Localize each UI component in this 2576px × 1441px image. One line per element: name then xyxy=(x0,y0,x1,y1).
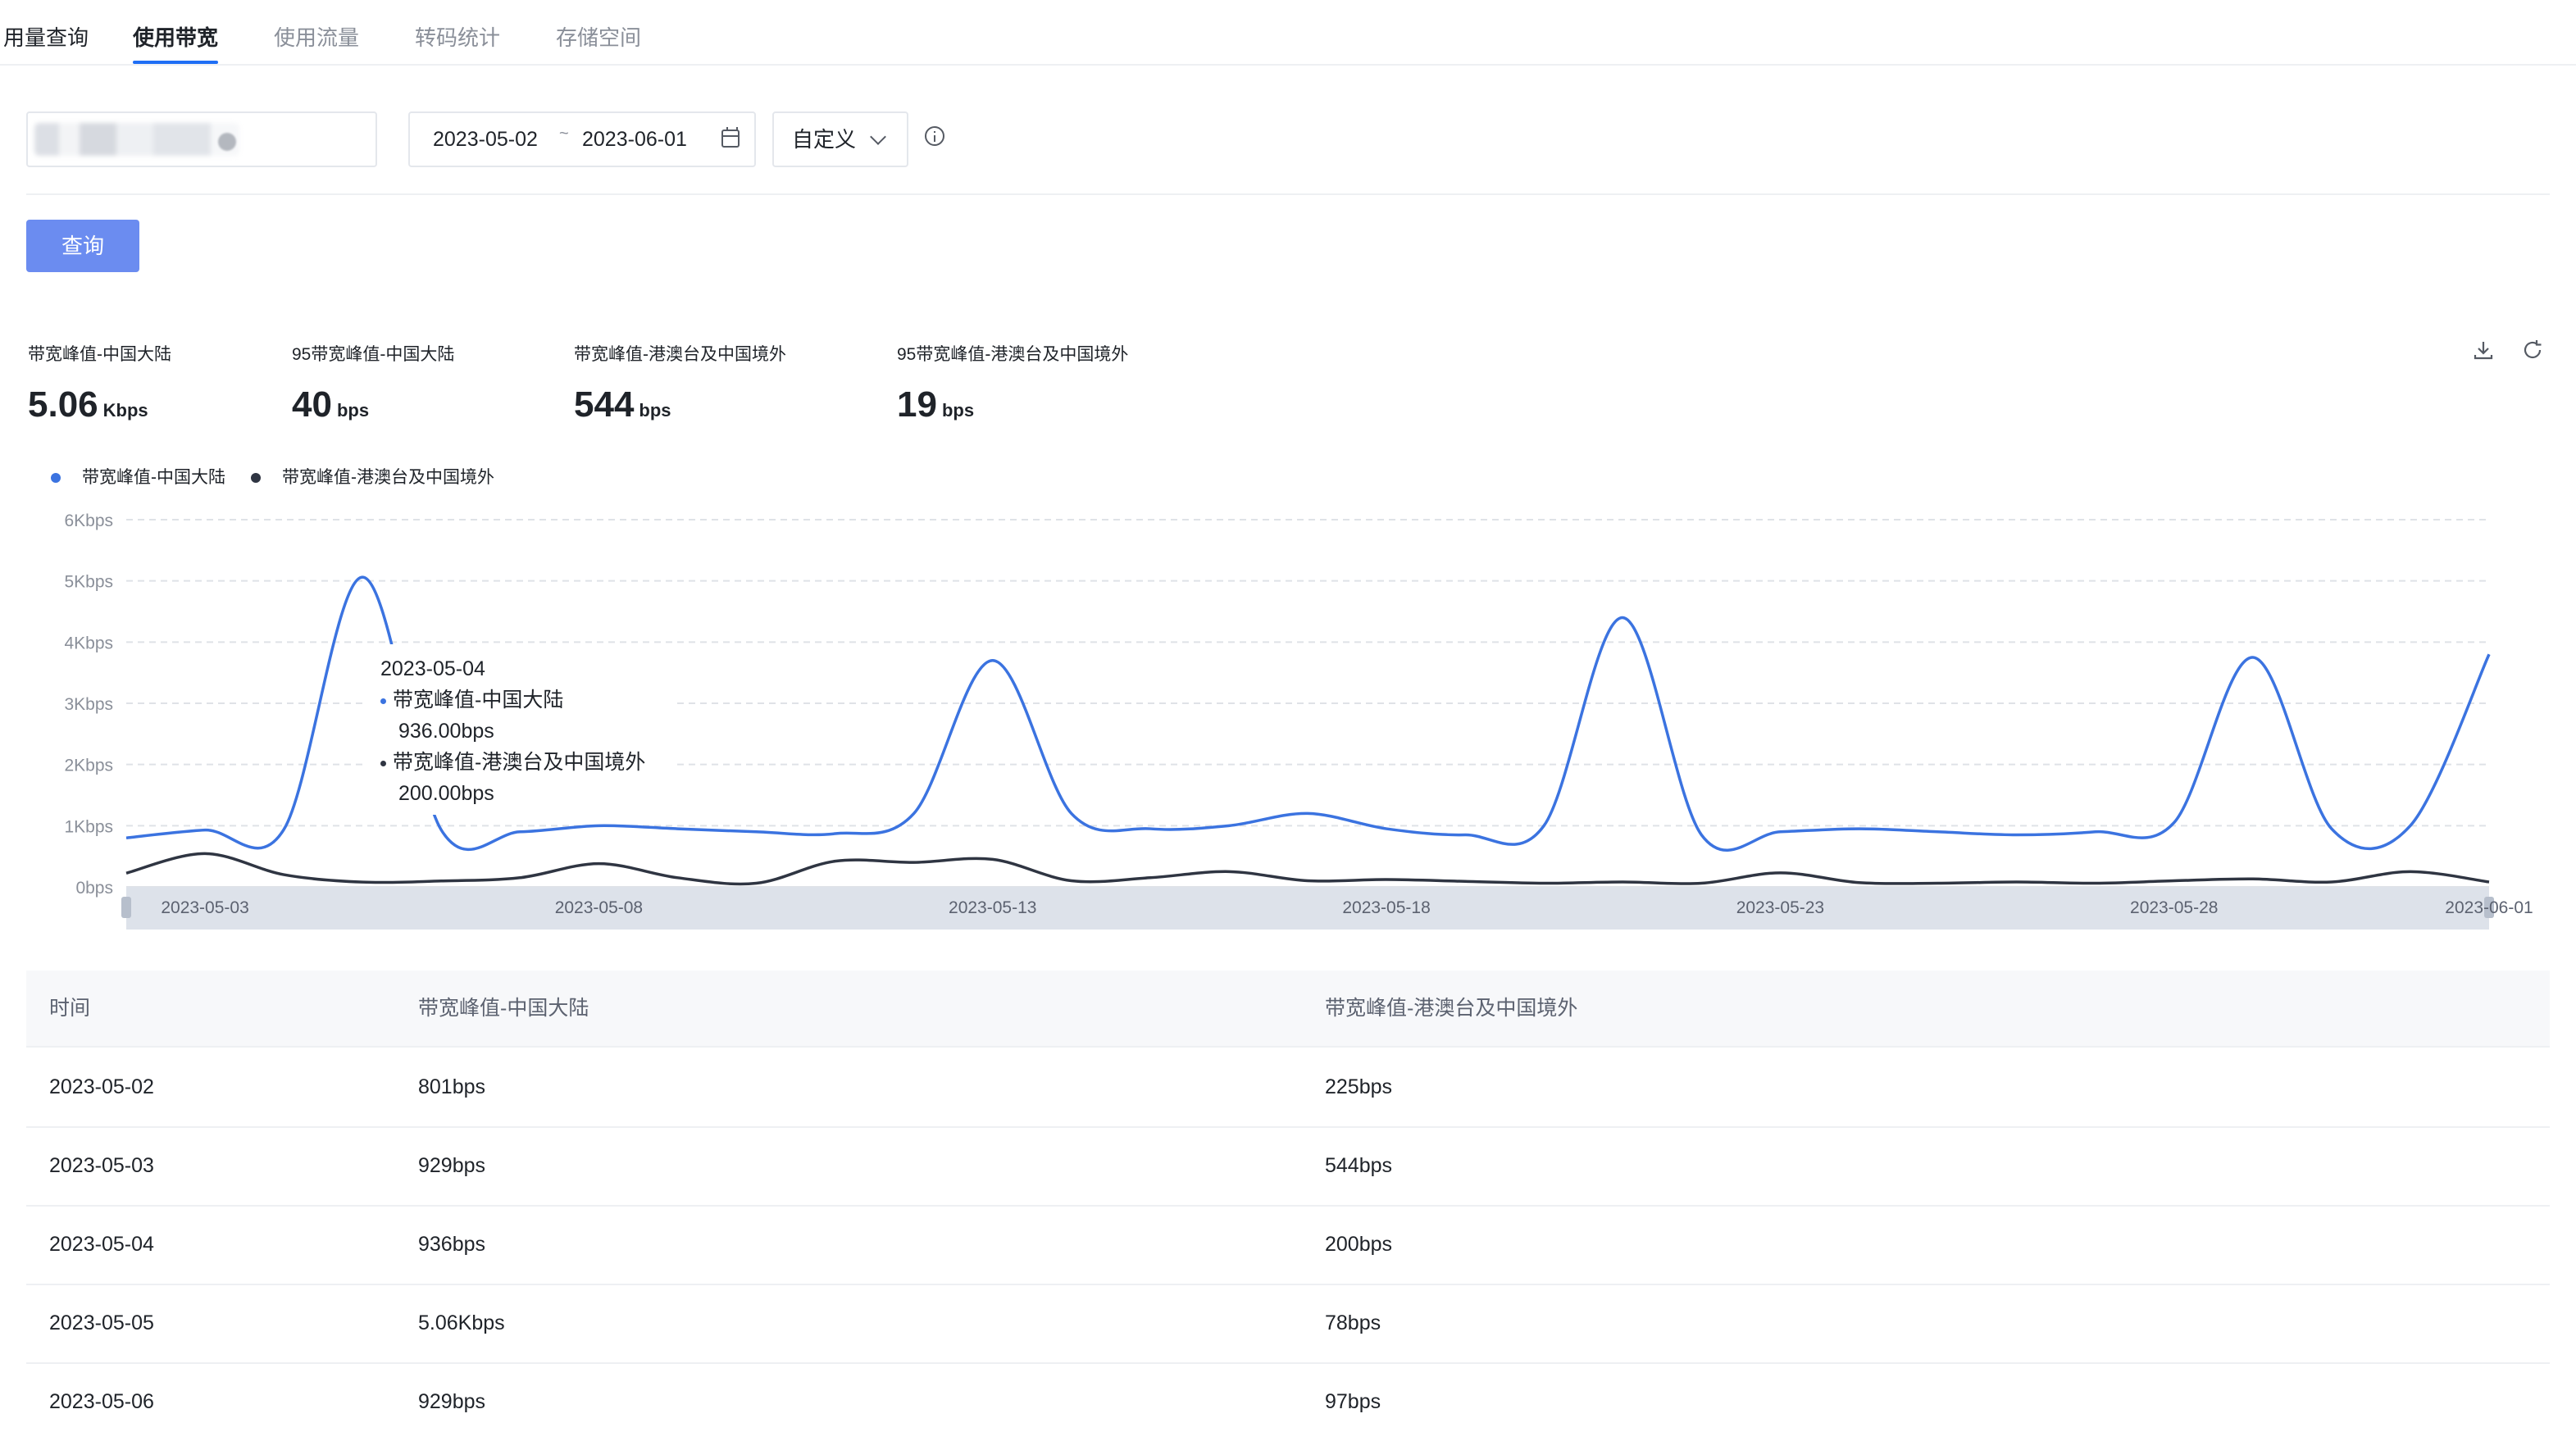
tooltip-dot xyxy=(380,760,386,766)
x-tick-label: 2023-05-08 xyxy=(555,898,643,917)
date-end: 2023-06-01 xyxy=(582,128,687,151)
y-tick-label: 0bps xyxy=(75,879,113,898)
y-tick-label: 4Kbps xyxy=(64,634,113,652)
cell-mainland: 801bps xyxy=(418,1075,486,1098)
query-button[interactable]: 查询 xyxy=(26,220,139,272)
column-header-mainland: 带宽峰值-中国大陆 xyxy=(418,997,589,1020)
y-tick-label: 2Kbps xyxy=(64,757,113,775)
table-row: 2023-05-05 5.06Kbps 78bps xyxy=(26,1284,2550,1364)
active-tab-indicator xyxy=(133,61,219,64)
table-row: 2023-05-02 801bps 225bps xyxy=(26,1048,2550,1128)
info-icon[interactable] xyxy=(925,126,944,146)
y-tick-label: 3Kbps xyxy=(64,695,113,714)
stat-value: 5.06 xyxy=(28,384,98,425)
chart-tooltip: 2023-05-04 带宽峰值-中国大陆 936.00bps 带宽峰值-港澳台及… xyxy=(367,644,672,815)
stat-value: 544 xyxy=(574,384,635,425)
redacted-value xyxy=(34,123,239,156)
stat-label: 95带宽峰值-港澳台及中国境外 xyxy=(897,345,1129,364)
date-separator: ~ xyxy=(559,125,569,143)
tooltip-series-value: 200.00bps xyxy=(398,782,494,805)
legend-dot xyxy=(251,473,261,483)
stat-95-mainland: 95带宽峰值-中国大陆 40 bps xyxy=(292,343,454,430)
column-header-overseas: 带宽峰值-港澳台及中国境外 xyxy=(1325,997,1578,1020)
table-row: 2023-05-04 936bps 200bps xyxy=(26,1205,2550,1285)
range-select-value: 自定义 xyxy=(792,127,857,152)
cell-time: 2023-05-03 xyxy=(49,1154,154,1177)
stat-unit: bps xyxy=(336,400,370,420)
column-header-time: 时间 xyxy=(49,997,91,1020)
cell-time: 2023-05-04 xyxy=(49,1233,154,1256)
stat-unit: Kbps xyxy=(102,400,148,420)
x-tick-label: 2023-05-13 xyxy=(949,898,1036,917)
table-row: 2023-05-06 929bps 97bps xyxy=(26,1362,2550,1441)
cell-mainland: 929bps xyxy=(418,1154,486,1177)
stat-value: 19 xyxy=(897,384,937,425)
legend-label: 带宽峰值-港澳台及中国境外 xyxy=(282,468,494,487)
date-start: 2023-05-02 xyxy=(433,128,538,151)
stat-value-row: 5.06 Kbps xyxy=(28,385,171,430)
y-tick-label: 1Kbps xyxy=(64,817,113,836)
date-range-picker[interactable]: 2023-05-02 ~ 2023-06-01 xyxy=(408,111,756,167)
chevron-down-icon xyxy=(870,129,886,145)
domain-input[interactable] xyxy=(26,111,377,167)
stat-label: 带宽峰值-中国大陆 xyxy=(28,345,171,364)
stat-value-row: 40 bps xyxy=(292,385,454,430)
cell-overseas: 200bps xyxy=(1325,1233,1393,1256)
x-tick-label: 2023-05-18 xyxy=(1342,898,1430,917)
stat-label: 95带宽峰值-中国大陆 xyxy=(292,345,455,364)
tooltip-row-overseas: 带宽峰值-港澳台及中国境外 xyxy=(380,749,645,775)
stat-unit: bps xyxy=(941,400,975,420)
refresh-icon[interactable] xyxy=(2520,338,2545,362)
stat-value-row: 19 bps xyxy=(897,385,1128,430)
tooltip-series-name: 带宽峰值-中国大陆 xyxy=(393,689,564,711)
stat-95-overseas: 95带宽峰值-港澳台及中国境外 19 bps xyxy=(897,343,1128,430)
stat-peak-overseas: 带宽峰值-港澳台及中国境外 544 bps xyxy=(574,343,786,430)
cell-mainland: 936bps xyxy=(418,1233,486,1256)
x-tick-label: 2023-06-01 xyxy=(2445,898,2533,917)
cell-overseas: 225bps xyxy=(1325,1075,1393,1098)
zoom-handle-left xyxy=(121,897,131,918)
cell-time: 2023-05-06 xyxy=(49,1390,154,1413)
legend-dot xyxy=(51,473,61,483)
stat-peak-mainland: 带宽峰值-中国大陆 5.06 Kbps xyxy=(28,343,171,430)
tab-traffic[interactable]: 使用流量 xyxy=(274,23,359,52)
cell-time: 2023-05-05 xyxy=(49,1311,154,1334)
calendar-icon[interactable] xyxy=(721,127,740,148)
cell-mainland: 5.06Kbps xyxy=(418,1311,505,1334)
tab-usage-query[interactable]: 用量查询 xyxy=(3,23,89,52)
cell-mainland: 929bps xyxy=(418,1390,486,1413)
divider xyxy=(26,193,2550,195)
tab-transcode[interactable]: 转码统计 xyxy=(415,23,500,52)
table-header: 时间 带宽峰值-中国大陆 带宽峰值-港澳台及中国境外 xyxy=(26,971,2550,1048)
tooltip-series-name: 带宽峰值-港澳台及中国境外 xyxy=(393,751,646,774)
download-icon[interactable] xyxy=(2471,338,2496,362)
legend-label: 带宽峰值-中国大陆 xyxy=(82,468,225,487)
stat-value: 40 xyxy=(292,384,332,425)
stat-value-row: 544 bps xyxy=(574,385,786,430)
x-tick-label: 2023-05-03 xyxy=(161,898,248,917)
redacted-mark xyxy=(218,133,236,151)
cell-time: 2023-05-02 xyxy=(49,1075,154,1098)
tab-storage[interactable]: 存储空间 xyxy=(556,23,641,52)
tooltip-row-mainland: 带宽峰值-中国大陆 xyxy=(380,687,563,713)
y-tick-label: 6Kbps xyxy=(64,511,113,530)
tooltip-date: 2023-05-04 xyxy=(380,657,485,680)
tooltip-series-value: 936.00bps xyxy=(398,720,494,743)
cell-overseas: 78bps xyxy=(1325,1311,1381,1334)
tooltip-dot xyxy=(380,698,386,704)
cell-overseas: 544bps xyxy=(1325,1154,1393,1177)
stat-unit: bps xyxy=(639,400,671,420)
range-select[interactable]: 自定义 xyxy=(772,111,908,167)
x-tick-label: 2023-05-23 xyxy=(1736,898,1824,917)
table-row: 2023-05-03 929bps 544bps xyxy=(26,1126,2550,1207)
filter-row: 2023-05-02 ~ 2023-06-01 自定义 xyxy=(0,108,2576,167)
y-tick-label: 5Kbps xyxy=(64,573,113,592)
tab-bar: 用量查询 使用带宽 使用流量 转码统计 存储空间 xyxy=(0,0,2576,66)
x-tick-label: 2023-05-28 xyxy=(2130,898,2218,917)
stat-label: 带宽峰值-港澳台及中国境外 xyxy=(574,345,786,364)
tab-bandwidth[interactable]: 使用带宽 xyxy=(133,23,219,64)
tab-bandwidth-label: 使用带宽 xyxy=(133,25,219,50)
cell-overseas: 97bps xyxy=(1325,1390,1381,1413)
